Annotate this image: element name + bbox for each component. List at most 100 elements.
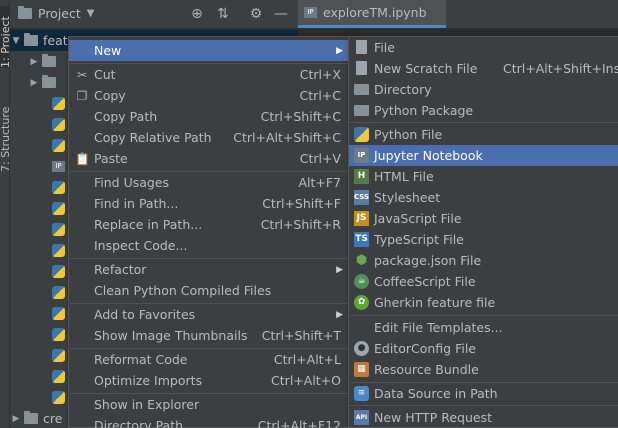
menu-item-show-in-explorer[interactable]: Show in Explorer [69,394,349,415]
submenu-item-label: New HTTP Request [374,410,492,425]
tree-root-label: feat [43,33,68,48]
editor-tab-explore[interactable]: IP exploreTM.ipynb [298,0,446,28]
python-file-icon [52,307,65,320]
submenu-item-label: Data Source in Path [374,386,498,401]
submenu-item-stylesheet[interactable]: CSS Stylesheet [349,187,618,208]
menu-item-show-thumbnails[interactable]: Show Image Thumbnails Ctrl+Shift+T [69,325,349,346]
menu-item-reformat-code[interactable]: Reformat Code Ctrl+Alt+L [69,349,349,370]
expand-arrow-icon[interactable]: ▶ [10,414,22,424]
menu-item-label: Refactor [94,262,147,277]
menu-item-shortcut: Ctrl+Shift+C [260,109,341,124]
python-file-icon [52,118,65,131]
python-file-icon [52,223,65,236]
gear-icon[interactable]: ⚙ [247,5,265,23]
submenu-item-jupyter-notebook[interactable]: IP Jupyter Notebook [349,145,618,166]
http-request-icon: API [354,410,369,425]
gherkin-icon: ✿ [354,295,369,310]
python-package-icon [354,105,369,116]
submenu-item-package-json[interactable]: ⬢ package.json File [349,250,618,271]
python-file-icon [52,139,65,152]
menu-item-shortcut: Alt+F7 [298,175,341,190]
copy-icon: ❐ [76,88,88,103]
menu-item-refactor[interactable]: Refactor ▶ [69,259,349,280]
submenu-item-scratch-file[interactable]: New Scratch File Ctrl+Alt+Shift+Insert [349,58,618,79]
menu-item-new[interactable]: New ▶ [69,40,349,61]
data-source-icon: ≡ [354,386,369,401]
python-file-icon [52,202,65,215]
submenu-item-label: Directory [374,82,432,97]
clipboard-icon: 📋 [75,151,90,166]
menu-item-label: Copy Relative Path [94,130,212,145]
menu-item-find-usages[interactable]: Find Usages Alt+F7 [69,172,349,193]
menu-item-directory-path[interactable]: Directory Path Ctrl+Alt+F12 [69,415,349,428]
submenu-item-typescript-file[interactable]: TS TypeScript File [349,229,618,250]
submenu-item-javascript-file[interactable]: JS JavaScript File [349,208,618,229]
expand-arrow-icon[interactable]: ▶ [28,78,40,88]
submenu-item-edit-templates[interactable]: Edit File Templates... [349,317,618,338]
collapse-all-icon[interactable]: ⇅ [214,5,232,23]
python-file-icon [52,370,65,383]
folder-icon [42,54,56,67]
hide-panel-icon[interactable]: — [272,5,290,23]
menu-item-find-in-path[interactable]: Find in Path... Ctrl+Shift+F [69,193,349,214]
menu-item-label: Cut [94,67,116,82]
submenu-item-label: TypeScript File [374,232,464,247]
javascript-file-icon: JS [354,211,369,226]
menu-item-replace-in-path[interactable]: Replace in Path... Ctrl+Shift+R [69,214,349,235]
submenu-item-label: package.json File [374,253,482,268]
menu-item-add-to-favorites[interactable]: Add to Favorites ▶ [69,304,349,325]
menu-item-label: Show in Explorer [94,397,200,412]
locate-file-icon[interactable]: ⊕ [188,5,206,23]
file-icon [356,40,367,54]
new-submenu: File New Scratch File Ctrl+Alt+Shift+Ins… [348,36,618,428]
submenu-item-resource-bundle[interactable]: ▦ Resource Bundle [349,359,618,380]
menu-item-label: Copy Path [94,109,158,124]
submenu-item-editorconfig[interactable]: ● EditorConfig File [349,338,618,359]
notebook-file-icon: IP [52,161,65,172]
package-json-icon: ⬢ [355,253,368,268]
menu-item-clean-python[interactable]: Clean Python Compiled Files [69,280,349,301]
submenu-item-html-file[interactable]: H HTML File [349,166,618,187]
submenu-item-python-file[interactable]: Python File [349,124,618,145]
submenu-item-file[interactable]: File [349,37,618,58]
submenu-item-label: Resource Bundle [374,362,479,377]
stylesheet-icon: CSS [354,190,369,205]
menu-item-shortcut: Ctrl+V [299,151,341,166]
submenu-item-shortcut: Ctrl+Alt+Shift+Insert [503,61,618,76]
folder-icon [42,75,56,88]
submenu-item-directory[interactable]: Directory [349,79,618,100]
python-file-icon [52,97,65,110]
expand-arrow-icon[interactable]: ▼ [10,36,22,46]
expand-arrow-icon[interactable]: ▶ [28,57,40,67]
submenu-item-label: Gherkin feature file [374,295,496,310]
submenu-item-label: Edit File Templates... [374,320,503,335]
submenu-item-label: Jupyter Notebook [374,148,483,163]
menu-item-inspect-code[interactable]: Inspect Code... [69,235,349,256]
python-file-icon [52,181,65,194]
menu-item-label: Inspect Code... [94,238,188,253]
submenu-arrow-icon: ▶ [336,309,343,320]
editor-tab-bar: IP exploreTM.ipynb [298,0,618,29]
menu-item-cut[interactable]: ✂ Cut Ctrl+X [69,64,349,85]
submenu-item-http-request[interactable]: API New HTTP Request [349,407,618,428]
jupyter-notebook-icon: IP [354,148,369,163]
menu-item-shortcut: Ctrl+X [299,67,341,82]
submenu-item-gherkin[interactable]: ✿ Gherkin feature file [349,292,618,313]
project-view-selector[interactable]: Project ▼ [18,6,94,21]
submenu-item-label: Python File [374,127,443,142]
submenu-item-data-source[interactable]: ≡ Data Source in Path [349,383,618,404]
notebook-file-icon: IP [304,7,317,18]
menu-item-copy-path[interactable]: Copy Path Ctrl+Shift+C [69,106,349,127]
python-file-icon [52,286,65,299]
resource-bundle-icon: ▦ [354,362,369,377]
submenu-item-label: JavaScript File [374,211,462,226]
menu-item-copy-relative-path[interactable]: Copy Relative Path Ctrl+Alt+Shift+C [69,127,349,148]
submenu-item-label: Stylesheet [374,190,441,205]
menu-item-copy[interactable]: ❐ Copy Ctrl+C [69,85,349,106]
submenu-item-coffeescript-file[interactable]: ☕ CoffeeScript File [349,271,618,292]
menu-item-paste[interactable]: 📋 Paste Ctrl+V [69,148,349,169]
python-file-icon [354,127,369,142]
submenu-item-python-package[interactable]: Python Package [349,100,618,121]
folder-icon [24,33,38,46]
menu-item-optimize-imports[interactable]: Optimize Imports Ctrl+Alt+O [69,370,349,391]
